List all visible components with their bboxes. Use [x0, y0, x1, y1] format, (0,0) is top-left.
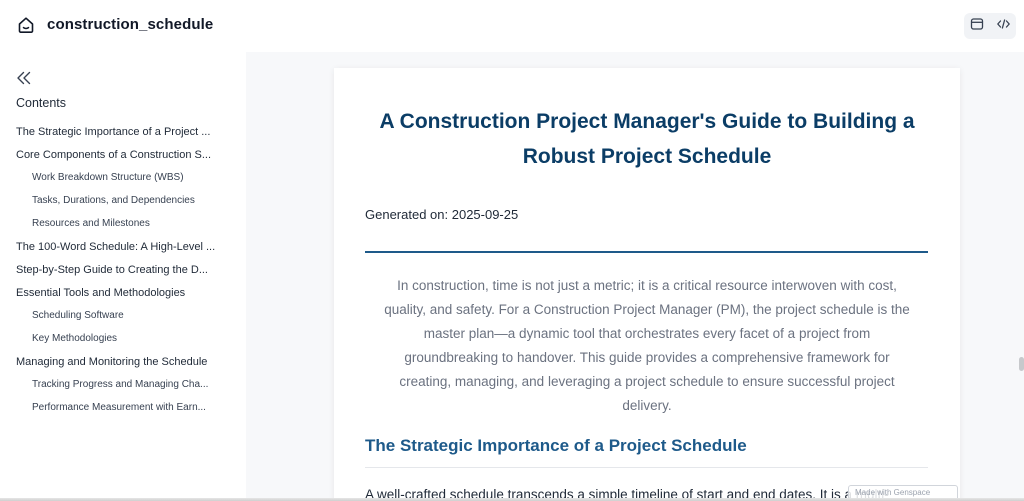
toc-subitem[interactable]: Performance Measurement with Earn... — [0, 397, 226, 420]
toc-item[interactable]: Step-by-Step Guide to Creating the D... — [0, 259, 226, 282]
main-content: A Construction Project Manager's Guide t… — [246, 52, 1024, 501]
contents-heading: Contents — [16, 96, 67, 110]
intro-paragraph: In construction, time is not just a metr… — [384, 278, 910, 413]
toc-item[interactable]: Essential Tools and Methodologies — [0, 282, 226, 305]
toc-subitem[interactable]: Tracking Progress and Managing Cha... — [0, 374, 226, 397]
scrollbar-thumb[interactable] — [1019, 357, 1024, 371]
app-title: construction_schedule — [47, 16, 214, 33]
sidebar: Contents The Strategic Importance of a P… — [0, 52, 246, 501]
section-heading: The Strategic Importance of a Project Sc… — [365, 436, 747, 455]
section-divider — [365, 467, 928, 468]
home-icon[interactable] — [16, 15, 36, 35]
generated-date: Generated on: 2025-09-25 — [365, 207, 519, 222]
view-toggle — [964, 13, 1016, 39]
browser-window-icon — [970, 17, 984, 36]
toc-item[interactable]: Core Components of a Construction S... — [0, 144, 226, 167]
toc-subitem[interactable]: Scheduling Software — [0, 305, 226, 328]
title-divider — [365, 251, 928, 253]
double-chevron-left-icon[interactable] — [16, 71, 32, 85]
document-page: A Construction Project Manager's Guide t… — [334, 68, 960, 501]
code-button[interactable] — [992, 15, 1014, 37]
toc-subitem[interactable]: Key Methodologies — [0, 328, 226, 351]
toc-subitem[interactable]: Tasks, Durations, and Dependencies — [0, 190, 226, 213]
top-bar: construction_schedule — [0, 0, 1024, 52]
toc-item[interactable]: Managing and Monitoring the Schedule — [0, 351, 226, 374]
table-of-contents: The Strategic Importance of a Project ..… — [0, 121, 246, 420]
preview-button[interactable] — [966, 15, 988, 37]
toc-subitem[interactable]: Work Breakdown Structure (WBS) — [0, 167, 226, 190]
toc-item[interactable]: The Strategic Importance of a Project ..… — [0, 121, 226, 144]
code-brackets-icon — [996, 17, 1011, 36]
toc-subitem[interactable]: Resources and Milestones — [0, 213, 226, 236]
toc-item[interactable]: The 100-Word Schedule: A High-Level ... — [0, 236, 226, 259]
document-title: A Construction Project Manager's Guide t… — [379, 110, 915, 168]
